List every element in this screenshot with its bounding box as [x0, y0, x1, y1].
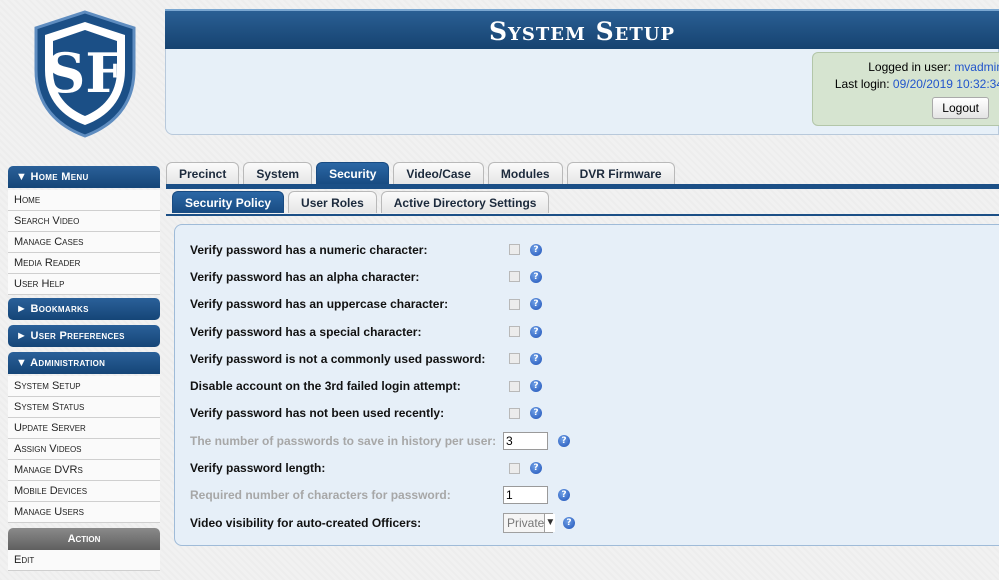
- disable-account-checkbox[interactable]: [509, 380, 520, 392]
- home-menu-header[interactable]: ▼ Home Menu: [8, 166, 160, 188]
- main-tabs: Precinct System Security Video/Case Modu…: [166, 162, 675, 184]
- form-row: Required number of characters for passwo…: [190, 482, 575, 509]
- field-label: Verify password length:: [190, 461, 326, 476]
- form-row: Verify password length: ?: [190, 454, 575, 481]
- tab-modules[interactable]: Modules: [487, 162, 563, 184]
- sidebar-item-system-setup[interactable]: System Setup: [8, 376, 160, 397]
- administration-header[interactable]: ▼ Administration: [8, 352, 160, 374]
- help-icon[interactable]: ?: [530, 352, 542, 365]
- field-label: The number of passwords to save in histo…: [190, 433, 497, 448]
- sidebar-item-assign-videos[interactable]: Assign Videos: [8, 439, 160, 460]
- help-icon[interactable]: ?: [563, 516, 575, 529]
- tab-precinct[interactable]: Precinct: [166, 162, 240, 184]
- recent-password-checkbox[interactable]: [509, 407, 520, 419]
- help-icon[interactable]: ?: [530, 243, 542, 256]
- sf-shield-logo: SF: [34, 10, 136, 138]
- help-icon[interactable]: ?: [530, 380, 542, 393]
- sidebar: ▼ Home Menu Home Search Video Manage Cas…: [8, 166, 160, 571]
- help-icon[interactable]: ?: [530, 298, 542, 311]
- help-icon[interactable]: ?: [558, 489, 570, 502]
- form-row: Verify password has an alpha character: …: [190, 263, 575, 290]
- form-row: Verify password is not a commonly used p…: [190, 345, 575, 372]
- form-row: Disable account on the 3rd failed login …: [190, 372, 575, 399]
- action-header: Action: [8, 528, 160, 550]
- form-row: The number of passwords to save in histo…: [190, 427, 575, 454]
- field-label: Verify password has not been used recent…: [190, 406, 445, 421]
- special-char-checkbox[interactable]: [509, 326, 520, 338]
- sidebar-item-media-reader[interactable]: Media Reader: [8, 253, 160, 274]
- field-label: Verify password has an alpha character:: [190, 269, 420, 284]
- common-password-checkbox[interactable]: [509, 353, 520, 365]
- tab-strip: [166, 184, 999, 189]
- logout-button[interactable]: Logout: [932, 97, 989, 119]
- user-label: Logged in user:: [868, 60, 951, 74]
- help-icon[interactable]: ?: [530, 270, 542, 283]
- subtab-security-policy[interactable]: Security Policy: [172, 191, 285, 213]
- header-bar: System Setup: [165, 9, 999, 51]
- password-length-input[interactable]: 1: [503, 486, 548, 505]
- user-name: mvadmin: [954, 60, 999, 74]
- uppercase-char-checkbox[interactable]: [509, 298, 520, 310]
- help-icon[interactable]: ?: [530, 462, 542, 475]
- help-icon[interactable]: ?: [530, 407, 542, 420]
- field-label: Video visibility for auto-created Office…: [190, 515, 422, 530]
- page-title: System Setup: [488, 16, 676, 46]
- form-row: Video visibility for auto-created Office…: [190, 509, 575, 536]
- password-history-input[interactable]: 3: [503, 431, 548, 450]
- tab-dvr-firmware[interactable]: DVR Firmware: [566, 162, 675, 184]
- chevron-down-icon[interactable]: ▼: [544, 513, 556, 532]
- subtab-active-directory[interactable]: Active Directory Settings: [380, 191, 550, 213]
- help-icon[interactable]: ?: [558, 434, 570, 447]
- tab-video-case[interactable]: Video/Case: [393, 162, 484, 184]
- video-visibility-value: Private: [507, 515, 545, 530]
- sidebar-item-update-server[interactable]: Update Server: [8, 418, 160, 439]
- password-length-checkbox[interactable]: [509, 462, 520, 474]
- form-row: Verify password has a special character:…: [190, 318, 575, 345]
- sub-tabs: Security Policy User Roles Active Direct…: [172, 191, 550, 213]
- sidebar-item-mobile-devices[interactable]: Mobile Devices: [8, 481, 160, 502]
- video-visibility-select[interactable]: Private ▼: [503, 512, 556, 533]
- sidebar-item-manage-dvrs[interactable]: Manage DVRs: [8, 460, 160, 481]
- form-row: Verify password has an uppercase charact…: [190, 291, 575, 318]
- sidebar-item-search-video[interactable]: Search Video: [8, 211, 160, 232]
- security-policy-form: Verify password has a numeric character:…: [190, 236, 575, 536]
- last-login-label: Last login:: [834, 77, 890, 91]
- field-label: Disable account on the 3rd failed login …: [190, 379, 461, 394]
- field-label: Verify password is not a commonly used p…: [190, 351, 486, 366]
- sidebar-item-manage-users[interactable]: Manage Users: [8, 502, 160, 523]
- sidebar-item-home[interactable]: Home: [8, 190, 160, 211]
- login-info: Logged in user: mvadmin Last login: 09/2…: [812, 52, 999, 126]
- sidebar-item-user-help[interactable]: User Help: [8, 274, 160, 295]
- last-login-value: 09/20/2019 10:32:34: [892, 77, 999, 91]
- form-row: Verify password has not been used recent…: [190, 400, 575, 427]
- field-label: Verify password has an uppercase charact…: [190, 297, 449, 312]
- subtab-underline: [166, 214, 999, 216]
- numeric-char-checkbox[interactable]: [509, 244, 520, 256]
- field-label: Verify password has a special character:: [190, 324, 422, 339]
- bookmarks-header[interactable]: ► Bookmarks: [8, 298, 160, 320]
- field-label: Required number of characters for passwo…: [190, 488, 451, 503]
- subtab-user-roles[interactable]: User Roles: [288, 191, 377, 213]
- user-preferences-header[interactable]: ► User Preferences: [8, 325, 160, 347]
- sidebar-item-system-status[interactable]: System Status: [8, 397, 160, 418]
- field-label: Verify password has a numeric character:: [190, 242, 428, 257]
- help-icon[interactable]: ?: [530, 325, 542, 338]
- sidebar-item-manage-cases[interactable]: Manage Cases: [8, 232, 160, 253]
- alpha-char-checkbox[interactable]: [509, 271, 520, 283]
- form-row: Verify password has a numeric character:…: [190, 236, 575, 263]
- tab-security[interactable]: Security: [316, 162, 390, 184]
- action-item-edit[interactable]: Edit: [8, 550, 160, 571]
- tab-system[interactable]: System: [243, 162, 313, 184]
- logo-text: SF: [46, 41, 123, 105]
